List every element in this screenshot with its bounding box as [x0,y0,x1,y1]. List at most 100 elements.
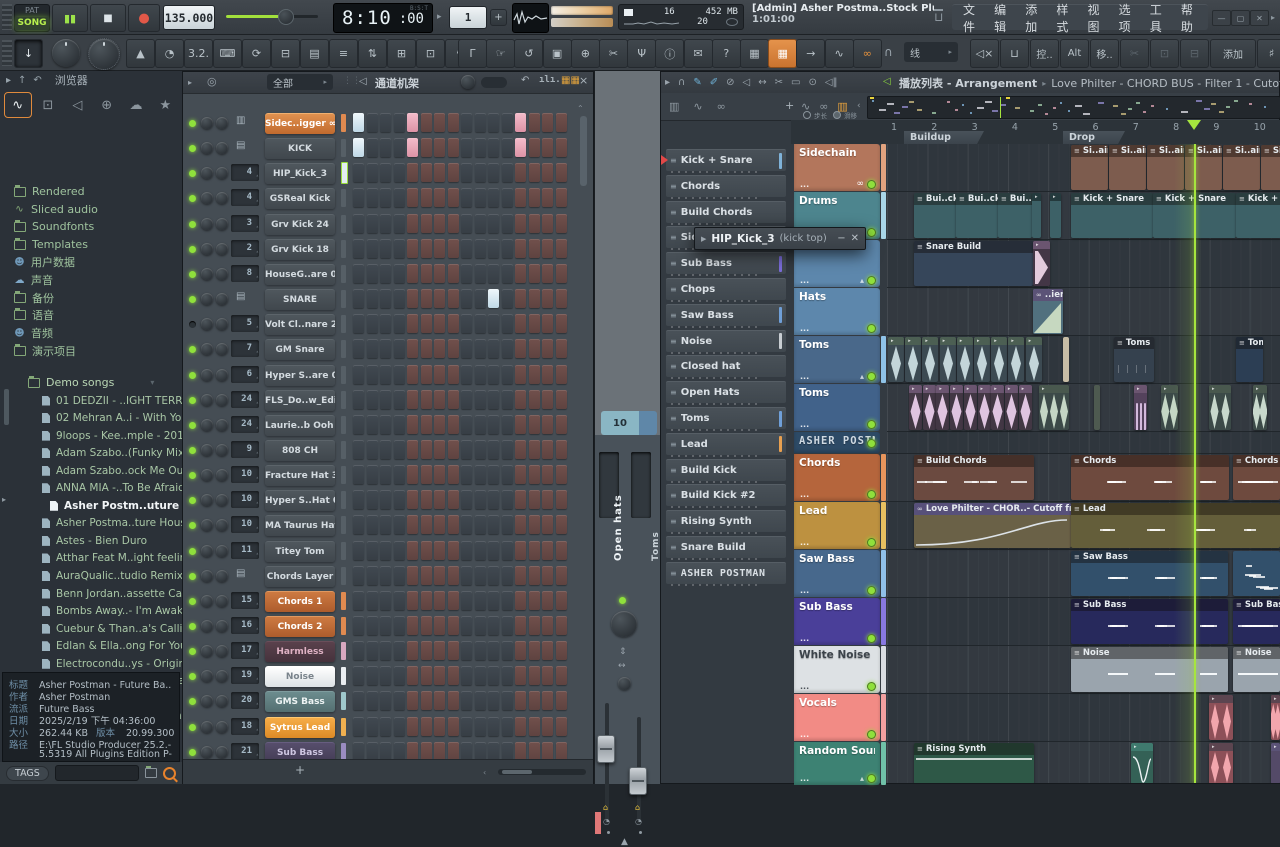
step-cell[interactable] [555,414,567,434]
step-cell[interactable] [434,565,445,585]
step-cell[interactable] [461,465,472,485]
channel-indicator[interactable] [341,617,346,635]
step-cell[interactable] [407,716,418,736]
track-lane[interactable] [887,288,1280,336]
playlist-clip[interactable]: ▸ [888,337,904,382]
step-cell[interactable] [380,314,391,334]
help-icon[interactable]: ? [711,39,741,68]
step-cell[interactable] [407,540,418,560]
search-folder-icon[interactable] [145,766,157,778]
step-cell[interactable] [528,515,540,535]
menu-帮助[interactable]: 帮助 [1180,1,1198,35]
multilink-icon[interactable]: ≡ [329,39,358,68]
step-cell[interactable] [420,163,432,183]
step-cell[interactable] [461,414,472,434]
step-cell[interactable] [447,389,459,409]
step-cell[interactable] [380,741,391,761]
popup-minimize-icon[interactable]: − [837,233,845,244]
channel-target-selector[interactable]: 3 [231,214,259,232]
channel-volume-knob[interactable] [216,443,228,456]
playlist-clip[interactable]: ▸ [1018,385,1032,430]
step-cell[interactable] [501,314,513,334]
step-cell[interactable] [542,465,553,485]
rack-speaker-icon[interactable]: ◁ [359,76,367,87]
step-cell[interactable] [528,188,540,208]
step-cell[interactable] [447,263,459,283]
picker-toggle-2[interactable]: 滑移 [833,110,857,120]
channel-indicator[interactable] [341,214,346,233]
song-item[interactable]: Edlan & Ella..ong For You [42,638,187,655]
add-pattern-button[interactable]: + [490,9,507,26]
volume-meter-right[interactable] [551,18,613,27]
step-cell[interactable] [420,263,432,283]
step-cell[interactable] [420,540,432,560]
step-cell[interactable] [420,238,432,258]
step-cell[interactable] [447,565,459,585]
channel-button[interactable]: Chords 2 [265,616,335,637]
step-cell[interactable] [528,741,540,761]
step-cell[interactable] [366,590,378,610]
step-cell[interactable] [501,465,513,485]
smart-find-icon[interactable]: ⊞ [387,39,416,68]
playlist-clip[interactable]: ≡Si..ain [1071,145,1108,190]
step-cell[interactable] [474,691,486,711]
pl-playback-icon[interactable]: ◁‖ [825,77,838,88]
track-header-White Noise[interactable]: White Noise... [794,646,880,693]
step-cell[interactable] [434,213,445,233]
playlist-clip[interactable]: ≡Si..ain [1261,145,1280,190]
tab-cloud[interactable]: ☁ [123,93,149,117]
step-cell[interactable] [528,716,540,736]
step-cell[interactable] [353,389,364,409]
channel-volume-knob[interactable] [216,393,228,406]
channel-mute-led[interactable] [189,421,196,429]
playlist-clip[interactable]: ▸ [1004,385,1018,430]
step-cell[interactable] [528,641,540,661]
channel-mute-led[interactable] [189,673,196,681]
step-cell[interactable] [515,113,526,132]
song-label[interactable]: SONG [15,17,49,30]
tree-item-4[interactable]: ☻ 用户数据 [14,254,75,271]
step-cell[interactable] [555,666,567,686]
channel-volume-knob[interactable] [216,670,228,683]
playlist-clip[interactable]: ▸ [956,337,973,382]
toolbar2-grip[interactable] [2,40,12,66]
step-cell[interactable] [447,741,459,761]
step-cell[interactable] [488,565,499,585]
step-cell[interactable] [434,641,445,661]
step-cell[interactable] [542,616,553,635]
pl-zoom-icon[interactable]: ⊙ [808,77,816,88]
step-cell[interactable] [380,716,391,736]
step-cell[interactable] [353,138,364,158]
step-cell[interactable] [474,540,486,560]
channel-pan-knob[interactable] [201,293,213,306]
cpu-panel[interactable]: 16 452 MB 20 [618,4,744,30]
step-cell[interactable] [528,565,540,585]
channel-volume-knob[interactable] [216,318,228,331]
song-item[interactable]: 02 Mehran A..i - With You [42,410,188,427]
step-cell[interactable] [555,289,567,309]
channel-mute-led[interactable] [189,195,196,203]
channel-button[interactable]: Chords Layer [265,565,335,587]
channel-volume-knob[interactable] [216,494,228,507]
channel-volume-knob[interactable] [216,745,228,758]
step-cell[interactable] [488,339,499,359]
metronome-icon[interactable]: ▲ [126,39,155,68]
step-cell[interactable] [542,113,553,132]
channel-popup[interactable]: ▶ HIP_Kick_3 (kick top) − ✕ [694,227,866,250]
step-cell[interactable] [393,716,405,736]
step-cell[interactable] [488,515,499,535]
playlist-breadcrumb[interactable]: Love Philter - CHORD BUS - Filter 1 - Cu… [1051,77,1280,90]
menu-文件[interactable]: 文件 [962,1,980,35]
picker-item[interactable]: ≡ Kick + Snare [666,149,786,171]
step-cell[interactable] [407,113,418,132]
channel-mute-led[interactable] [189,723,196,731]
step-cell[interactable] [474,716,486,736]
song-item[interactable]: Cuebur & Than..a's Calling [42,620,196,637]
track-header-Lead[interactable]: Lead... [794,502,880,549]
channel-target-selector[interactable]: 10 [231,466,259,484]
track-led[interactable] [867,774,876,783]
channel-volume-knob[interactable] [216,594,228,607]
step-cell[interactable] [461,289,472,309]
step-cell[interactable] [366,113,378,132]
picker-item[interactable]: ≡ Rising Synth [666,510,786,533]
